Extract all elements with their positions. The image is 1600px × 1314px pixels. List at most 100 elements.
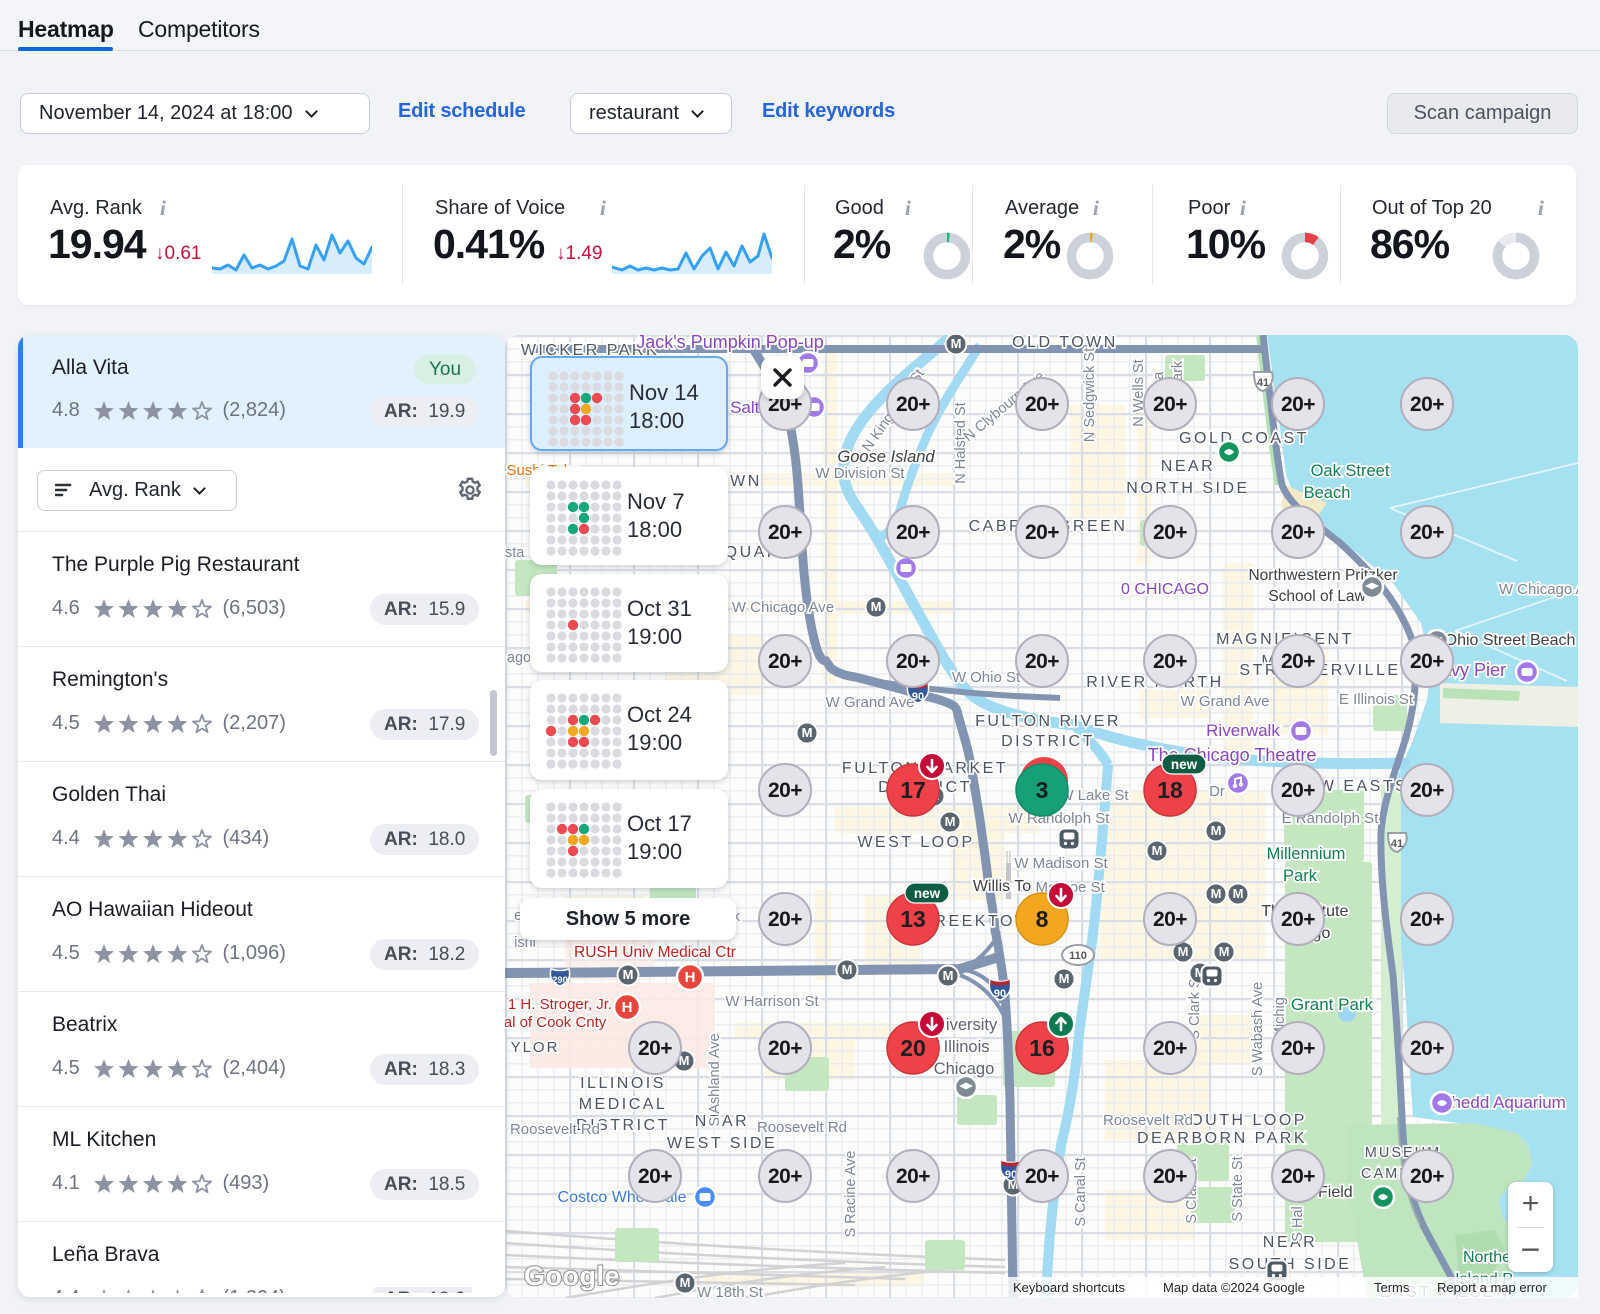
svg-text:M: M (680, 1275, 691, 1290)
svg-text:20+: 20+ (768, 908, 802, 931)
svg-text:290: 290 (552, 975, 568, 986)
svg-text:W Randolph St: W Randolph St (1009, 810, 1111, 827)
svg-text:M: M (945, 814, 956, 829)
svg-text:20: 20 (900, 1035, 926, 1061)
svg-text:20+: 20+ (896, 393, 930, 416)
svg-text:WEST LOOP: WEST LOOP (857, 834, 974, 851)
svg-text:School of Law: School of Law (1268, 588, 1366, 605)
svg-text:M: M (1211, 823, 1222, 838)
svg-text:W Chicago Ave: W Chicago Ave (732, 599, 834, 616)
svg-text:WEST SIDE: WEST SIDE (667, 1135, 777, 1152)
svg-text:3: 3 (1036, 777, 1049, 803)
svg-text:M: M (802, 725, 813, 740)
svg-text:f Illinois: f Illinois (934, 1038, 989, 1056)
svg-text:N Halsted St: N Halsted St (953, 402, 969, 483)
svg-text:20+: 20+ (896, 521, 930, 544)
svg-text:H: H (685, 969, 696, 986)
svg-text:13: 13 (900, 906, 926, 932)
svg-text:W Madison St: W Madison St (1014, 855, 1108, 872)
svg-text:20+: 20+ (1025, 1165, 1059, 1188)
svg-text:Jack's Pumpkin Pop-up: Jack's Pumpkin Pop-up (636, 335, 824, 352)
svg-text:20+: 20+ (1410, 908, 1444, 931)
svg-text:20+: 20+ (1025, 650, 1059, 673)
svg-text:M: M (871, 599, 882, 614)
svg-text:Northe: Northe (1463, 1249, 1511, 1266)
svg-text:NEAR: NEAR (1161, 458, 1215, 475)
svg-text:ista: ista (505, 545, 525, 561)
svg-text:20+: 20+ (1410, 779, 1444, 802)
svg-text:20+: 20+ (1025, 521, 1059, 544)
svg-text:Oak Street: Oak Street (1311, 462, 1390, 480)
svg-text:20+: 20+ (896, 1165, 930, 1188)
svg-text:W Division St: W Division St (815, 465, 905, 482)
svg-text:M: M (1152, 843, 1163, 858)
svg-text:Ohio Street Beach: Ohio Street Beach (1445, 632, 1576, 649)
svg-text:S Wabash Ave: S Wabash Ave (1250, 982, 1266, 1076)
svg-text:E Illinois St: E Illinois St (1339, 691, 1414, 708)
svg-text:20+: 20+ (1410, 650, 1444, 673)
svg-text:YLOR: YLOR (511, 1039, 560, 1056)
svg-text:Park: Park (1283, 867, 1318, 885)
svg-text:20+: 20+ (896, 650, 930, 673)
svg-text:FULTON RIVER: FULTON RIVER (975, 713, 1121, 730)
svg-text:20+: 20+ (1281, 1165, 1315, 1188)
svg-text:Dr: Dr (1209, 783, 1225, 800)
svg-text:20+: 20+ (1025, 393, 1059, 416)
svg-text:M: M (1178, 944, 1189, 959)
svg-text:20+: 20+ (638, 1165, 672, 1188)
svg-text:Riverwalk: Riverwalk (1206, 721, 1280, 740)
svg-text:N Sedgwick St: N Sedgwick St (1082, 348, 1098, 442)
svg-text:20+: 20+ (638, 1037, 672, 1060)
svg-text:S Ashland Ave: S Ashland Ave (707, 1033, 723, 1126)
svg-text:ago: ago (507, 650, 531, 666)
svg-text:90: 90 (912, 691, 924, 703)
svg-text:17: 17 (900, 777, 926, 803)
svg-text:20+: 20+ (1410, 1037, 1444, 1060)
svg-text:20+: 20+ (1153, 1165, 1187, 1188)
svg-text:Shedd Aquarium: Shedd Aquarium (1440, 1093, 1566, 1112)
svg-text:20+: 20+ (1281, 650, 1315, 673)
svg-text:new: new (1171, 757, 1198, 772)
svg-text:GOLD COAST: GOLD COAST (1179, 430, 1309, 447)
svg-text:41: 41 (1257, 377, 1269, 389)
svg-text:16: 16 (1029, 1035, 1055, 1061)
svg-text:0 CHICAGO: 0 CHICAGO (1121, 581, 1209, 598)
svg-text:Roosevelt Rd: Roosevelt Rd (1103, 1112, 1193, 1129)
svg-text:Google: Google (524, 1261, 620, 1291)
svg-text:20+: 20+ (768, 1165, 802, 1188)
svg-text:20+: 20+ (1153, 393, 1187, 416)
svg-text:W 18th St: W 18th St (697, 1284, 764, 1298)
svg-text:DEARBORN PARK: DEARBORN PARK (1137, 1130, 1307, 1147)
svg-text:Grant Park: Grant Park (1291, 995, 1374, 1014)
svg-text:OLD TOWN: OLD TOWN (1012, 335, 1118, 351)
svg-text:W Harrison St: W Harrison St (725, 993, 819, 1010)
svg-text:M: M (943, 968, 954, 983)
svg-text:20+: 20+ (768, 650, 802, 673)
svg-text:20+: 20+ (1410, 1165, 1444, 1188)
svg-text:20+: 20+ (1281, 1037, 1315, 1060)
svg-text:W Grand Ave: W Grand Ave (826, 694, 915, 711)
svg-text:20+: 20+ (1153, 908, 1187, 931)
svg-text:M: M (951, 336, 962, 351)
svg-text:S Canal St: S Canal St (1073, 1157, 1089, 1226)
svg-text:W Chicago Ave: W Chicago Ave (1499, 581, 1578, 598)
svg-text:SOUTH LOOP: SOUTH LOOP (1177, 1112, 1307, 1129)
svg-text:20+: 20+ (1281, 908, 1315, 931)
svg-text:M: M (842, 962, 853, 977)
svg-text:20+: 20+ (768, 521, 802, 544)
svg-text:110: 110 (1069, 950, 1087, 962)
svg-text:NORTH SIDE: NORTH SIDE (1126, 480, 1249, 497)
svg-text:H: H (622, 999, 633, 1016)
svg-text:M: M (1059, 971, 1070, 986)
svg-text:WN: WN (730, 473, 762, 490)
svg-text:20+: 20+ (1410, 393, 1444, 416)
svg-text:N Wells St: N Wells St (1131, 359, 1147, 426)
svg-text:RUSH Univ Medical Ctr: RUSH Univ Medical Ctr (574, 944, 736, 961)
svg-text:20+: 20+ (1153, 1037, 1187, 1060)
svg-text:M: M (1233, 886, 1244, 901)
svg-text:90: 90 (994, 988, 1006, 1000)
svg-text:20+: 20+ (1410, 521, 1444, 544)
svg-text:Beach: Beach (1304, 484, 1351, 502)
svg-text:Millennium: Millennium (1267, 845, 1346, 863)
svg-text:Roosevelt Rd: Roosevelt Rd (757, 1119, 847, 1136)
